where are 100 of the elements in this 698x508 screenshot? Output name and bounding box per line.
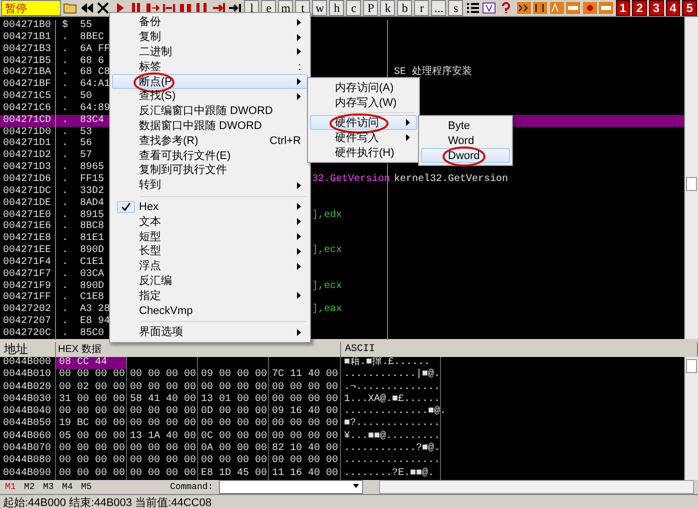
window-button[interactable]: w: [312, 0, 328, 16]
hex-cell-text: E8 94: [79, 316, 110, 328]
hex-cell-text: 85C0: [79, 328, 106, 340]
number-button[interactable]: 3: [648, 0, 664, 16]
address-cell[interactable]: 004271D1: [0, 138, 56, 150]
status-indicator: 暂停: [1, 0, 62, 16]
address-cell[interactable]: 004271FF: [0, 292, 56, 304]
menu-item[interactable]: 备份: [112, 15, 308, 30]
address-cell[interactable]: 004271E8: [0, 233, 56, 246]
list-icon[interactable]: [465, 0, 480, 16]
number-button[interactable]: 2: [632, 0, 647, 16]
address-cell[interactable]: 004271F9: [0, 280, 56, 292]
number-button[interactable]: 1: [616, 0, 630, 16]
menu-item[interactable]: 查找(S): [112, 88, 308, 104]
address-cell[interactable]: 004271D3: [0, 162, 56, 174]
window-button[interactable]: ...: [431, 0, 446, 16]
window-button[interactable]: s: [448, 0, 464, 16]
address-cell[interactable]: 004271D2: [0, 150, 56, 162]
hex-cell-text: 64:89: [79, 102, 110, 115]
close-icon[interactable]: [96, 0, 111, 16]
menu-item[interactable]: 短型: [112, 229, 308, 244]
window-button[interactable]: r: [414, 0, 430, 16]
address-cell[interactable]: 004271BF: [0, 79, 56, 92]
address-cell[interactable]: 004271B1: [0, 32, 56, 44]
hex-cell-text: 8BC8: [79, 221, 106, 233]
hex-cell: 13 1A 40 00: [127, 430, 198, 444]
menu-item[interactable]: 反汇编: [112, 274, 308, 288]
address-cell[interactable]: 00427207: [0, 316, 56, 328]
options-icon[interactable]: [482, 0, 496, 16]
address-cell[interactable]: 004271B0: [0, 20, 56, 32]
marker-cell-text: .: [61, 186, 70, 198]
address-cell[interactable]: 004271E6: [0, 221, 56, 234]
menu-item[interactable]: Word: [421, 133, 510, 148]
menu-item[interactable]: 复制到可执行文件: [112, 162, 308, 178]
target-icon[interactable]: [582, 0, 598, 16]
scrollbar-thumb[interactable]: [686, 359, 697, 373]
address-cell[interactable]: 004271D0: [0, 126, 56, 138]
number-button[interactable]: 4: [666, 0, 680, 16]
marker-cell-text: .: [61, 126, 70, 138]
marker-cell-text: .: [61, 79, 70, 92]
menu-item[interactable]: 查找参考(R) Ctrl+R: [112, 133, 308, 148]
marker-cell-text: .: [61, 44, 70, 56]
command-field[interactable]: [219, 480, 364, 494]
hex-cell: 09 00 00 00: [198, 369, 269, 382]
menu-item[interactable]: 查看可执行文件(E): [112, 148, 308, 163]
hex-cell: 00 02 00 00: [56, 382, 127, 394]
menu-item[interactable]: Hex: [112, 200, 308, 214]
address-cell[interactable]: 004271EE: [0, 245, 56, 257]
address-cell: 0044B080: [0, 455, 56, 468]
address-cell[interactable]: 0042720C: [0, 328, 56, 340]
menu-item[interactable]: CheckVmp: [112, 303, 308, 318]
address-cell[interactable]: 004271F4: [0, 256, 56, 269]
address-cell[interactable]: 004271D6: [0, 174, 56, 186]
window-button[interactable]: k: [380, 0, 396, 16]
memory-tab[interactable]: M3: [43, 482, 56, 492]
address-cell[interactable]: 004271DC: [0, 186, 56, 198]
menu-item[interactable]: 二进制: [112, 44, 308, 60]
memory-tab[interactable]: M2: [24, 482, 37, 492]
comment-cell-text: kernel32.GetVersion: [393, 174, 510, 186]
menu-item[interactable]: 硬件写入: [310, 130, 417, 145]
address-cell[interactable]: 004271DE: [0, 198, 56, 210]
scrollbar[interactable]: [684, 357, 698, 480]
memory-tab[interactable]: M1: [5, 482, 18, 492]
address-cell[interactable]: 004271F7: [0, 268, 56, 281]
address-cell: 0044B050: [0, 418, 56, 431]
menu-item[interactable]: 长型: [112, 244, 308, 259]
scrollbar-thumb[interactable]: [686, 177, 697, 191]
menu-item[interactable]: 转到: [112, 178, 308, 193]
menu-item[interactable]: 浮点: [112, 258, 308, 274]
address-cell[interactable]: 004271B3: [0, 44, 56, 56]
rewind-icon[interactable]: [80, 0, 94, 16]
address-cell[interactable]: 004271B5: [0, 56, 56, 68]
menu-item[interactable]: 反汇编窗口中跟随 DWORD: [112, 104, 308, 119]
menu-item[interactable]: Byte: [421, 118, 510, 133]
memory-tab[interactable]: M4: [62, 482, 75, 492]
number-button[interactable]: 5: [682, 0, 697, 16]
window-button[interactable]: P: [363, 0, 378, 16]
address-cell[interactable]: 004271CD: [0, 114, 56, 127]
scrollbar[interactable]: [684, 17, 698, 339]
menu-item[interactable]: 数据窗口中跟随 DWORD: [112, 118, 308, 134]
marker-cell-text: .: [61, 198, 70, 210]
window-button[interactable]: c: [346, 0, 362, 16]
menu-item[interactable]: 复制: [112, 30, 308, 45]
window-button[interactable]: h: [329, 0, 344, 16]
menu-item[interactable]: 界面选项: [112, 324, 308, 340]
memory-tab[interactable]: M5: [81, 482, 94, 492]
menu-item[interactable]: 内存访问(A): [310, 80, 417, 95]
menu-item[interactable]: 标签 :: [112, 59, 308, 74]
window-button[interactable]: b: [397, 0, 412, 16]
menu-item[interactable]: 指定: [112, 288, 308, 304]
menu-item[interactable]: 文本: [112, 214, 308, 230]
hex-cell-text: A3 28: [79, 304, 110, 316]
hex-cell: 00 00 00 00: [56, 369, 127, 382]
address-cell[interactable]: 004271BA: [0, 67, 56, 80]
address-cell[interactable]: 00427202: [0, 304, 56, 316]
menu-item[interactable]: 内存写入(W): [310, 95, 417, 110]
hex-cell: 31 00 00 00: [56, 394, 127, 406]
address-cell[interactable]: 004271E0: [0, 210, 56, 222]
menu-item[interactable]: 硬件执行(H): [310, 145, 417, 160]
address-cell[interactable]: 004271C5: [0, 91, 56, 103]
